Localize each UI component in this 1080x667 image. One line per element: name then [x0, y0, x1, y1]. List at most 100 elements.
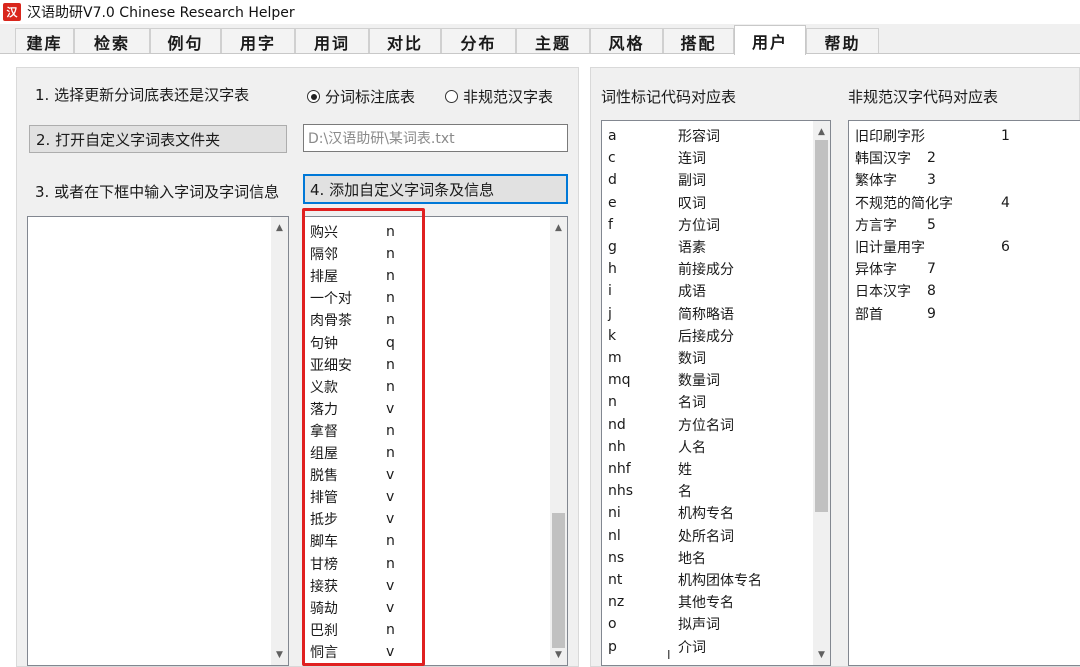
tab-7[interactable]: 主题 [516, 28, 590, 54]
list-item[interactable]: 甘榜 n [310, 553, 395, 575]
table-row[interactable]: ns 地名 [608, 547, 706, 569]
file-path-field[interactable]: D:\汉语助研\某词表.txt [303, 124, 568, 152]
table-row[interactable]: 日本汉字 8 [855, 280, 936, 302]
table-row[interactable]: n 名词 [608, 391, 706, 413]
table-row[interactable]: nz 其他专名 [608, 591, 734, 613]
list-item[interactable]: 拿督 n [310, 420, 395, 442]
list-item[interactable]: 排屋 n [310, 265, 395, 287]
table-row[interactable]: 旧计量用字 6 [855, 236, 1010, 258]
nonstd-name: 部首 [855, 306, 883, 323]
table-row[interactable]: nt 机构团体专名 [608, 569, 762, 591]
tab-11[interactable]: 帮助 [806, 28, 879, 54]
table-row[interactable]: 部首 9 [855, 303, 936, 325]
table-row[interactable]: nhf 姓 [608, 458, 692, 480]
table-row[interactable]: 旧印刷字形 1 [855, 125, 1010, 147]
list-item[interactable]: 恫言 v [310, 641, 394, 663]
tab-6[interactable]: 分布 [441, 28, 516, 54]
pos-code: mq [608, 372, 631, 389]
table-row[interactable]: e 叹词 [608, 192, 706, 214]
list-item[interactable]: 骑劫 v [310, 597, 394, 619]
list-item[interactable]: 脱售 v [310, 464, 394, 486]
nonstd-name: 不规范的简化字 [855, 195, 953, 212]
tab-2[interactable]: 例句 [150, 28, 221, 54]
list-item[interactable]: 落力 v [310, 398, 394, 420]
scroll-up-arrow-icon[interactable]: ▲ [271, 219, 288, 236]
nonstd-name: 旧印刷字形 [855, 129, 925, 145]
table-row[interactable]: nh 人名 [608, 436, 706, 458]
entry-tag: q [386, 334, 395, 351]
tab-1[interactable]: 检索 [74, 28, 150, 54]
table-row[interactable]: 异体字 7 [855, 258, 936, 280]
list-item[interactable]: 句钟 q [310, 332, 395, 354]
table-row[interactable]: p 介词 [608, 636, 706, 658]
list-item[interactable]: 抵步 v [310, 508, 394, 530]
tab-3[interactable]: 用字 [221, 28, 295, 54]
scrollbar-thumb[interactable] [815, 140, 828, 512]
pos-code: nhf [608, 461, 631, 477]
entry-word: 组屋 [310, 446, 338, 462]
entries-listbox[interactable]: ▲ ▼ 购兴 n 隔邻 n 排屋 n 一个对 n 肉骨茶 n 句钟 q 亚细安 n 义款 n 落力 v 拿督 n 组屋 n… [303, 216, 568, 666]
list-item[interactable]: 肉骨茶 n [310, 309, 395, 331]
table-row[interactable]: a 形容词 [608, 125, 720, 147]
table-row[interactable]: 方言字 5 [855, 214, 936, 236]
list-item[interactable]: 义款 n [310, 376, 395, 398]
tab-5[interactable]: 对比 [369, 28, 441, 54]
tab-10[interactable]: 用户 [734, 25, 806, 55]
input-scrollbar[interactable]: ▲ ▼ [271, 217, 288, 665]
scroll-down-arrow-icon[interactable]: ▼ [271, 646, 288, 663]
list-item[interactable]: 隔邻 n [310, 243, 395, 265]
table-row[interactable]: 不规范的简化字 4 [855, 192, 1010, 214]
list-item[interactable]: 亚细安 n [310, 354, 395, 376]
pos-name: 简称略语 [678, 306, 734, 323]
entries-scrollbar[interactable]: ▲ ▼ [550, 217, 567, 665]
scroll-up-arrow-icon[interactable]: ▲ [550, 219, 567, 236]
nonstd-code-listbox[interactable]: 旧印刷字形 1 韩国汉字 2 繁体字 3 不规范的简化字 4 方言字 5 旧计量用字 6 异体字 7 日本汉… [848, 120, 1080, 666]
list-item[interactable]: 排管 v [310, 486, 394, 508]
list-item[interactable]: 脚车 n [310, 530, 395, 552]
table-row[interactable]: nhs 名 [608, 480, 692, 502]
table-row[interactable]: mq 数量词 [608, 369, 720, 391]
table-row[interactable]: f 方位词 [608, 214, 720, 236]
pos-scrollbar[interactable]: ▲ ▼ [813, 121, 830, 665]
tab-9[interactable]: 搭配 [663, 28, 734, 54]
open-folder-button[interactable]: 2. 打开自定义字词表文件夹 [29, 125, 287, 153]
table-row[interactable]: c 连词 [608, 147, 706, 169]
table-row[interactable]: k 后接成分 [608, 325, 734, 347]
table-row[interactable]: i 成语 [608, 280, 706, 302]
table-row[interactable]: g 语素 [608, 236, 706, 258]
scroll-up-arrow-icon[interactable]: ▲ [813, 123, 830, 140]
table-row[interactable]: 繁体字 3 [855, 169, 936, 191]
table-row[interactable]: nl 处所名词 [608, 525, 734, 547]
list-item[interactable]: 接获 v [310, 575, 394, 597]
tab-8[interactable]: 风格 [590, 28, 663, 54]
word-input-textarea[interactable]: ▲ ▼ [27, 216, 289, 666]
table-row[interactable]: 韩国汉字 2 [855, 147, 936, 169]
table-row[interactable]: nd 方位名词 [608, 414, 734, 436]
list-item[interactable]: 巴刹 n [310, 619, 395, 641]
pos-name: 介词 [678, 639, 706, 656]
scrollbar-thumb[interactable] [552, 513, 565, 648]
table-row[interactable]: h 前接成分 [608, 258, 734, 280]
pos-code-listbox[interactable]: ▲ ▼ a 形容词 c 连词 d 副词 e 叹词 f 方位词 g 语素 h 前接成分 i 成语 j 简称略语 k 后接… [601, 120, 831, 666]
scroll-down-arrow-icon[interactable]: ▼ [813, 646, 830, 663]
table-row[interactable]: d 副词 [608, 169, 706, 191]
scroll-down-arrow-icon[interactable]: ▼ [550, 646, 567, 663]
table-row[interactable]: ni 机构专名 [608, 502, 734, 524]
table-row[interactable]: m 数词 [608, 347, 706, 369]
entry-word: 排管 [310, 490, 338, 507]
table-row[interactable]: o 拟声词 [608, 613, 720, 635]
tab-0[interactable]: 建库 [15, 28, 74, 54]
pos-name: 机构专名 [678, 506, 734, 523]
step3-label: 3. 或者在下框中输入字词及字词信息 [35, 183, 280, 201]
radio-button-unchecked[interactable] [445, 90, 458, 103]
entry-tag: n [386, 312, 395, 329]
tab-4[interactable]: 用词 [295, 28, 369, 54]
radio-nonstandard-table[interactable]: 非规范汉字表 [445, 86, 553, 107]
list-item[interactable]: 组屋 n [310, 442, 395, 464]
list-item[interactable]: 一个对 n [310, 287, 395, 309]
radio-segment-table[interactable]: 分词标注底表 [307, 86, 415, 107]
add-entries-button[interactable]: 4. 添加自定义字词条及信息 [303, 174, 568, 204]
radio-button-checked[interactable] [307, 90, 320, 103]
table-row[interactable]: j 简称略语 [608, 303, 734, 325]
list-item[interactable]: 购兴 n [310, 221, 395, 243]
